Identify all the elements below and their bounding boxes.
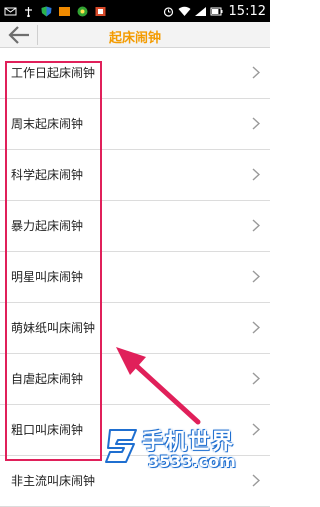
chevron-right-icon [252,168,260,181]
chevron-right-icon [252,270,260,283]
chevron-right-icon [252,474,260,487]
wifi-icon [178,6,191,16]
status-time: 15:12 [228,3,266,19]
box-notification-icon [95,6,106,16]
signal-icon [194,6,206,16]
status-bar: 15:12 [0,0,270,22]
watermark-domain: 3533.com [148,452,236,471]
clean-master-icon [77,6,88,16]
page-title: 起床闹钟 [108,31,161,46]
chevron-right-icon [252,117,260,130]
chevron-right-icon [252,372,260,385]
chevron-right-icon [252,66,260,79]
mail-icon [4,7,17,15]
alarm-icon [163,6,173,17]
list-item-label: 非主流叫床闹钟 [11,474,96,488]
usb-icon [25,6,32,17]
chevron-right-icon [252,219,260,232]
watermark: 手机世界 3533.com [104,424,264,472]
site-logo-icon [105,429,137,463]
app-notification-icon [59,6,70,16]
annotation-highlight-box [5,61,102,461]
chevron-right-icon [252,321,260,334]
battery-icon [210,7,223,15]
shield-icon [41,6,52,16]
header-bar: 起床闹钟 [0,22,270,48]
